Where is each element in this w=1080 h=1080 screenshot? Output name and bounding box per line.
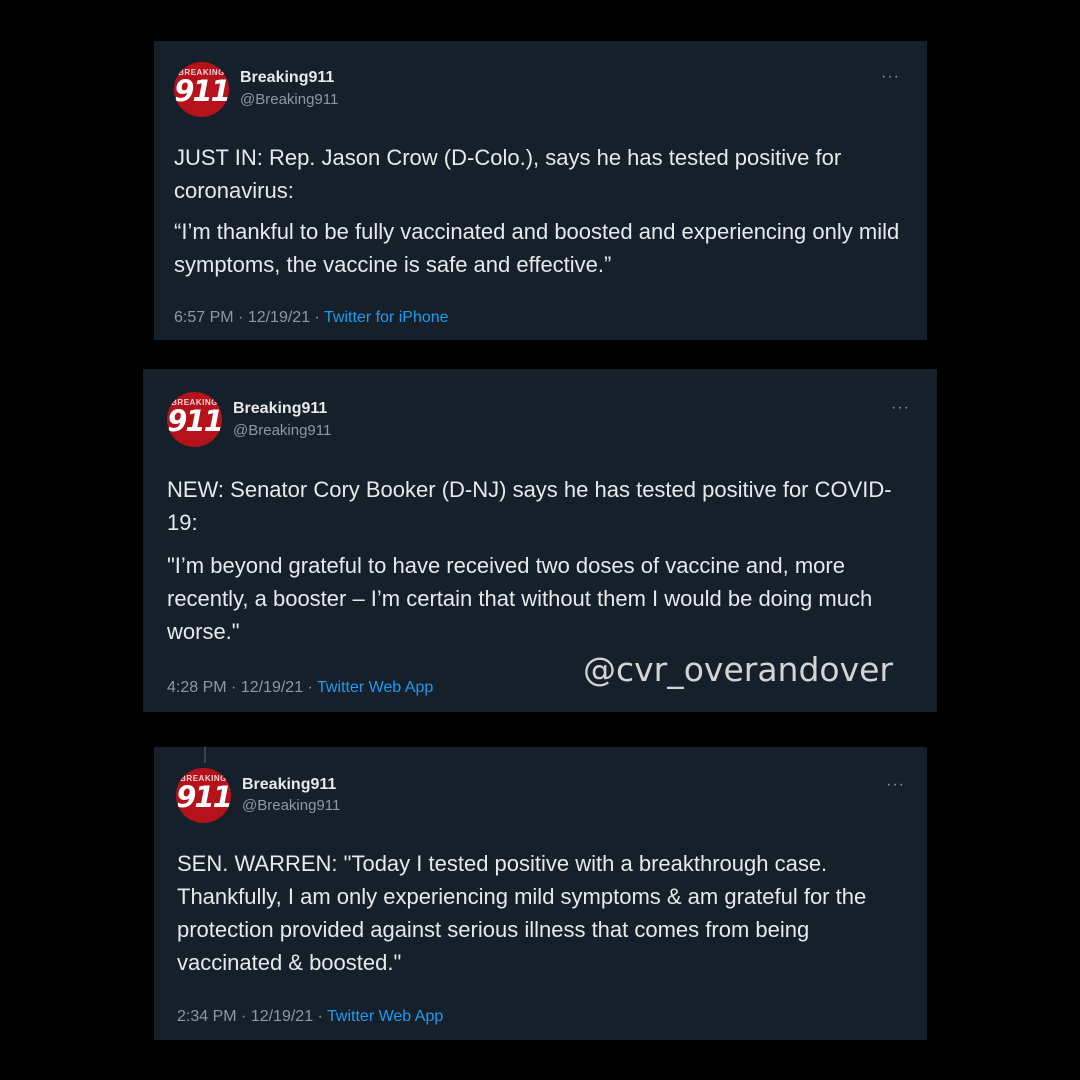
avatar[interactable]: BREAKING 911 [176, 768, 231, 823]
tweet-text: SEN. WARREN: "Today I tested positive wi… [177, 847, 912, 979]
tweet-source-link[interactable]: Twitter for iPhone [324, 309, 449, 326]
tweet-meta: 6:57 PM · 12/19/21 · Twitter for iPhone [174, 309, 449, 326]
thread-connector [204, 747, 206, 763]
tweet-time[interactable]: 6:57 PM [174, 309, 234, 326]
tweet-card[interactable]: BREAKING 911 Breaking911 @Breaking911 ··… [154, 41, 927, 340]
tweet-date[interactable]: 12/19/21 [251, 1008, 313, 1025]
tweet-meta: 2:34 PM · 12/19/21 · Twitter Web App [177, 1008, 444, 1025]
avatar-logo-number: 911 [167, 404, 222, 438]
tweet-paragraph: JUST IN: Rep. Jason Crow (D-Colo.), says… [174, 145, 842, 203]
avatar[interactable]: BREAKING 911 [167, 392, 222, 447]
tweet-meta: 4:28 PM · 12/19/21 · Twitter Web App [167, 679, 434, 696]
tweet-time[interactable]: 2:34 PM [177, 1008, 237, 1025]
tweet-paragraph: SEN. WARREN: "Today I tested positive wi… [177, 851, 867, 975]
display-name[interactable]: Breaking911 [242, 776, 336, 794]
tweet-date[interactable]: 12/19/21 [241, 679, 303, 696]
tweet-card[interactable]: BREAKING 911 Breaking911 @Breaking911 ··… [154, 747, 927, 1040]
more-options-icon[interactable]: ··· [881, 68, 900, 86]
tweet-source-link[interactable]: Twitter Web App [327, 1008, 443, 1025]
watermark: @cvr_overandover [583, 650, 894, 689]
tweet-paragraph: “I’m thankful to be fully vaccinated and… [174, 219, 900, 277]
display-name[interactable]: Breaking911 [233, 400, 327, 418]
tweet-paragraph: NEW: Senator Cory Booker (D-NJ) says he … [167, 477, 892, 535]
avatar-logo-number: 911 [174, 74, 229, 108]
tweet-date[interactable]: 12/19/21 [248, 309, 310, 326]
avatar[interactable]: BREAKING 911 [174, 62, 229, 117]
display-name[interactable]: Breaking911 [240, 69, 334, 87]
avatar-logo-number: 911 [176, 780, 231, 814]
tweet-text: JUST IN: Rep. Jason Crow (D-Colo.), says… [174, 141, 909, 281]
user-handle[interactable]: @Breaking911 [240, 91, 338, 108]
tweet-paragraph: "I’m beyond grateful to have received tw… [167, 553, 873, 644]
more-options-icon[interactable]: ··· [886, 776, 905, 794]
tweet-source-link[interactable]: Twitter Web App [317, 679, 433, 696]
more-options-icon[interactable]: ··· [891, 399, 910, 417]
tweet-text: NEW: Senator Cory Booker (D-NJ) says he … [167, 473, 917, 648]
user-handle[interactable]: @Breaking911 [242, 797, 340, 814]
user-handle[interactable]: @Breaking911 [233, 422, 331, 439]
tweet-time[interactable]: 4:28 PM [167, 679, 227, 696]
